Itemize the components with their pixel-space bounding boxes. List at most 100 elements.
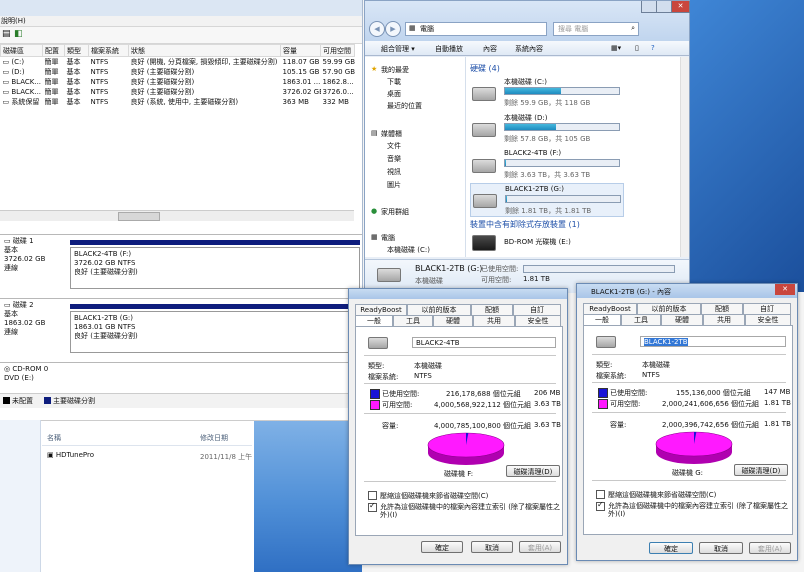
col-date[interactable]: 修改日期 bbox=[200, 433, 228, 443]
volume-name-input[interactable]: BLACK2-4TB bbox=[412, 337, 556, 348]
nav-homegroup[interactable]: 家用群組 bbox=[381, 207, 409, 217]
tab-readyboost[interactable]: ReadyBoost bbox=[583, 303, 637, 314]
cancel-button[interactable]: 取消 bbox=[699, 542, 743, 554]
nav-desktop[interactable]: 桌面 bbox=[387, 89, 401, 99]
partition-f[interactable]: BLACK2-4TB (F:) 3726.02 GB NTFS 良好 (主要磁碟… bbox=[70, 247, 360, 289]
drive-tile-f[interactable]: BLACK2-4TB (F:) 剩餘 3.63 TB，共 3.63 TB bbox=[472, 149, 622, 181]
table-row[interactable]: ▭ (D:) 簡單 基本 NTFS 良好 (主要磁碟分割) 105.15 GB … bbox=[1, 67, 355, 77]
nav-pictures[interactable]: 圖片 bbox=[387, 180, 401, 190]
desktop-area bbox=[254, 421, 362, 572]
vertical-scrollbar[interactable] bbox=[680, 57, 689, 257]
nav-computer[interactable]: 電腦 bbox=[381, 233, 395, 243]
disk-2-label[interactable]: ▭ 磁碟 2 基本 1863.02 GB 連線 bbox=[4, 301, 64, 359]
tab-hardware[interactable]: 硬體 bbox=[661, 314, 703, 325]
ok-button[interactable]: 確定 bbox=[421, 541, 463, 553]
col-volume[interactable]: 磁碟區 bbox=[0, 44, 43, 57]
minimize-button[interactable] bbox=[641, 1, 657, 13]
properties-dialog-g: BLACK1-2TB (G:) - 內容 ✕ ReadyBoost 以前的版本 … bbox=[576, 283, 798, 561]
nav-music[interactable]: 音樂 bbox=[387, 154, 401, 164]
table-row[interactable]: ▭ 系統保留 簡單 基本 NTFS 良好 (系統, 使用中, 主要磁碟分割) 3… bbox=[1, 97, 355, 107]
nav-downloads[interactable]: 下載 bbox=[387, 77, 401, 87]
nav-favorites[interactable]: 我的最愛 bbox=[381, 65, 409, 75]
drive-tile-c[interactable]: 本機磁碟 (C:) 剩餘 59.9 GB，共 118 GB bbox=[472, 77, 622, 109]
drive-name: BLACK2-4TB (F:) bbox=[504, 149, 562, 157]
col-type[interactable]: 類型 bbox=[64, 44, 89, 57]
tab-security[interactable]: 安全性 bbox=[515, 315, 561, 326]
disk-cleanup-button[interactable]: 磁碟清理(D) bbox=[506, 465, 560, 477]
close-button[interactable]: ✕ bbox=[671, 1, 690, 13]
disk-cleanup-button[interactable]: 磁碟清理(D) bbox=[734, 464, 788, 476]
tab-quota[interactable]: 配額 bbox=[701, 303, 743, 314]
horizontal-scrollbar[interactable] bbox=[0, 210, 354, 221]
system-properties-button[interactable]: 系統內容 bbox=[515, 44, 543, 54]
bdrom-tile[interactable]: BD-ROM 光碟機 (E:) bbox=[472, 233, 622, 253]
tab-sharing[interactable]: 共用 bbox=[473, 315, 515, 326]
free-bytes: 4,000,568,922,112 個位元組 bbox=[434, 401, 532, 409]
scrollbar-thumb[interactable] bbox=[118, 212, 160, 221]
index-checkbox[interactable] bbox=[368, 501, 377, 512]
tab-customize[interactable]: 自訂 bbox=[513, 304, 561, 315]
col-capacity[interactable]: 容量 bbox=[280, 44, 321, 57]
tab-general[interactable]: 一般 bbox=[583, 314, 621, 325]
nav-libraries[interactable]: 媒體櫃 bbox=[381, 129, 402, 139]
compress-checkbox[interactable] bbox=[368, 491, 377, 500]
tab-sharing[interactable]: 共用 bbox=[703, 314, 745, 325]
tab-customize[interactable]: 自訂 bbox=[743, 303, 791, 314]
tab-hardware[interactable]: 硬體 bbox=[433, 315, 473, 326]
col-name[interactable]: 名稱 bbox=[47, 433, 61, 443]
table-row[interactable]: ▭ BLACK... 簡單 基本 NTFS 良好 (主要磁碟分割) 1863.0… bbox=[1, 77, 355, 87]
address-bar[interactable]: ▦ 電腦 bbox=[405, 22, 547, 36]
volume-name-input[interactable]: BLACK1-2TB bbox=[640, 336, 786, 347]
tab-readyboost[interactable]: ReadyBoost bbox=[355, 304, 407, 315]
type-label: 類型: bbox=[368, 362, 385, 370]
tab-general[interactable]: 一般 bbox=[355, 315, 393, 326]
apply-button[interactable]: 套用(A) bbox=[519, 541, 561, 553]
search-box[interactable]: 搜尋 電腦 ⌕ bbox=[553, 22, 639, 36]
tab-tools[interactable]: 工具 bbox=[621, 314, 661, 325]
drive-tile-g[interactable]: BLACK1-2TB (G:) 剩餘 1.81 TB，共 1.81 TB bbox=[470, 183, 624, 217]
disk-management-window: 說明(H) ▤ ◧ 磁碟區 配置 類型 檔案系統 狀態 容量 可用空間 ▭ (C… bbox=[0, 0, 363, 420]
col-layout[interactable]: 配置 bbox=[42, 44, 65, 57]
help-icon[interactable]: ◧ bbox=[14, 29, 23, 39]
cell-fs: NTFS bbox=[90, 88, 109, 96]
apply-button[interactable]: 套用(A) bbox=[749, 542, 791, 554]
cancel-button[interactable]: 取消 bbox=[471, 541, 513, 553]
removable-group-header[interactable]: 裝置中含有卸除式存放裝置 (1) bbox=[470, 219, 580, 230]
list-item[interactable]: ▣ HDTunePro bbox=[47, 451, 94, 459]
partition-g[interactable]: BLACK1-2TB (G:) 1863.01 GB NTFS 良好 (主要磁碟… bbox=[70, 311, 360, 353]
col-filesystem[interactable]: 檔案系統 bbox=[88, 44, 129, 57]
nav-videos[interactable]: 視訊 bbox=[387, 167, 401, 177]
close-button[interactable]: ✕ bbox=[775, 284, 795, 295]
properties-icon[interactable]: ▤ bbox=[2, 29, 11, 39]
tab-previous-versions[interactable]: 以前的版本 bbox=[407, 304, 471, 315]
tab-security[interactable]: 安全性 bbox=[745, 314, 791, 325]
properties-button[interactable]: 內容 bbox=[483, 44, 497, 54]
col-free[interactable]: 可用空間 bbox=[320, 44, 355, 57]
compress-checkbox[interactable] bbox=[596, 490, 605, 499]
preview-pane-icon[interactable]: ▯ bbox=[635, 44, 639, 52]
disk-1-label[interactable]: ▭ 磁碟 1 基本 3726.02 GB 連線 bbox=[4, 237, 64, 295]
back-button[interactable]: ◀ bbox=[369, 21, 385, 37]
organize-button[interactable]: 組合管理 ▾ bbox=[381, 44, 415, 54]
index-checkbox[interactable] bbox=[596, 500, 605, 511]
forward-button[interactable]: ▶ bbox=[385, 21, 401, 37]
drive-tile-d[interactable]: 本機磁碟 (D:) 剩餘 57.8 GB，共 105 GB bbox=[472, 113, 622, 145]
tab-quota[interactable]: 配額 bbox=[471, 304, 513, 315]
cdrom-label[interactable]: ◎ CD-ROM 0 DVD (E:) bbox=[4, 365, 64, 391]
menu-help[interactable]: 說明(H) bbox=[1, 16, 26, 26]
autoplay-button[interactable]: 自動播放 bbox=[435, 44, 463, 54]
view-options-icon[interactable]: ▦▾ bbox=[611, 44, 621, 52]
nav-recent[interactable]: 最近的位置 bbox=[387, 101, 422, 111]
nav-documents[interactable]: 文件 bbox=[387, 141, 401, 151]
tab-tools[interactable]: 工具 bbox=[393, 315, 433, 326]
menu-bar: 說明(H) bbox=[0, 16, 362, 27]
tab-previous-versions[interactable]: 以前的版本 bbox=[637, 303, 701, 314]
help-icon[interactable]: ? bbox=[651, 44, 655, 52]
col-status[interactable]: 狀態 bbox=[128, 44, 281, 57]
hdd-group-header[interactable]: 硬碟 (4) bbox=[470, 63, 500, 74]
ok-button[interactable]: 確定 bbox=[649, 542, 693, 554]
table-row[interactable]: ▭ BLACK... 簡單 基本 NTFS 良好 (主要磁碟分割) 3726.0… bbox=[1, 87, 355, 97]
table-row[interactable]: ▭ (C:) 簡單 基本 NTFS 良好 (開機, 分頁檔案, 損毀傾印, 主要… bbox=[1, 57, 355, 68]
maximize-button[interactable] bbox=[656, 1, 672, 13]
nav-local-c[interactable]: 本機磁碟 (C:) bbox=[387, 245, 430, 255]
